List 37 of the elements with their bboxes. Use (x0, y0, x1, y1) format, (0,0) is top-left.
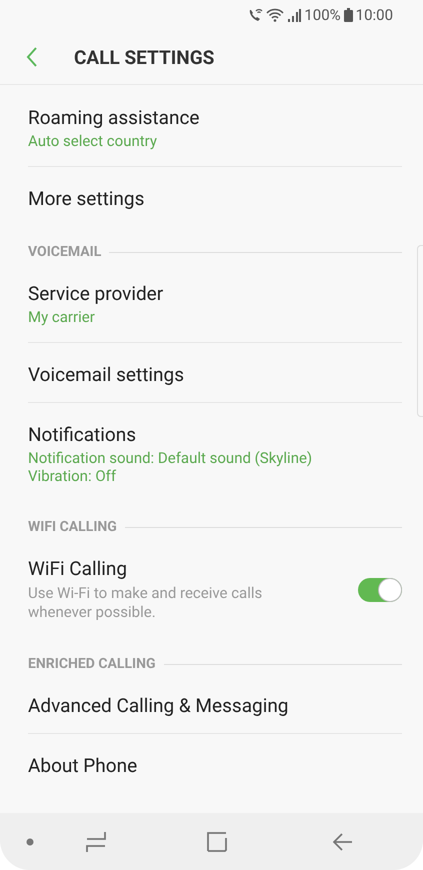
wifi-icon (266, 8, 284, 22)
dot-icon (26, 838, 34, 846)
back-arrow-icon (333, 832, 353, 850)
item-title: Advanced Calling & Messaging (28, 694, 290, 717)
battery-icon (344, 8, 353, 22)
home-icon (207, 832, 227, 852)
clock: 10:00 (356, 6, 393, 24)
wifi-call-icon (247, 8, 264, 22)
item-title: WiFi Calling (28, 557, 128, 580)
item-title: More settings (28, 187, 146, 210)
screen-title: CALL SETTINGS (74, 46, 214, 68)
item-title: About Phone (28, 754, 138, 777)
battery-percent: 100% (304, 6, 341, 24)
item-title: Notifications (28, 423, 138, 446)
item-description: Use Wi-Fi to make and receive calls whenever possible. (28, 584, 264, 622)
settings-item[interactable]: About Phone (28, 734, 402, 793)
back-icon (26, 47, 38, 67)
settings-item[interactable]: Advanced Calling & Messaging (28, 674, 402, 734)
recent-apps-icon (86, 830, 106, 852)
item-summary: Vibration: Off (28, 467, 118, 485)
signal-icon (287, 8, 302, 22)
settings-item[interactable]: Notifications Notification sound: Default sound (Skyline) Vibration: Off (28, 403, 402, 501)
settings-item[interactable]: Roaming assistance Auto select country (28, 85, 402, 167)
item-title: Service provider (28, 282, 164, 305)
toggle-switch[interactable] (358, 578, 402, 602)
section-header: ENRICHED CALLING (28, 656, 156, 672)
item-title: Roaming assistance (28, 106, 200, 129)
settings-toggle-item[interactable]: WiFi Calling Use Wi-Fi to make and receive calls whenever possible. (28, 537, 402, 638)
section-header: WIFI CALLING (28, 519, 117, 535)
item-summary: My carrier (28, 308, 96, 326)
settings-item[interactable]: More settings (28, 167, 402, 226)
item-summary: Auto select country (28, 132, 158, 150)
settings-item[interactable]: Service provider My carrier (28, 262, 402, 343)
settings-item[interactable]: Voicemail settings (28, 343, 402, 403)
section-header: VOICEMAIL (28, 244, 102, 260)
item-summary: Notification sound: Default sound (Skyline) (28, 449, 314, 467)
item-title: Voicemail settings (28, 363, 185, 386)
